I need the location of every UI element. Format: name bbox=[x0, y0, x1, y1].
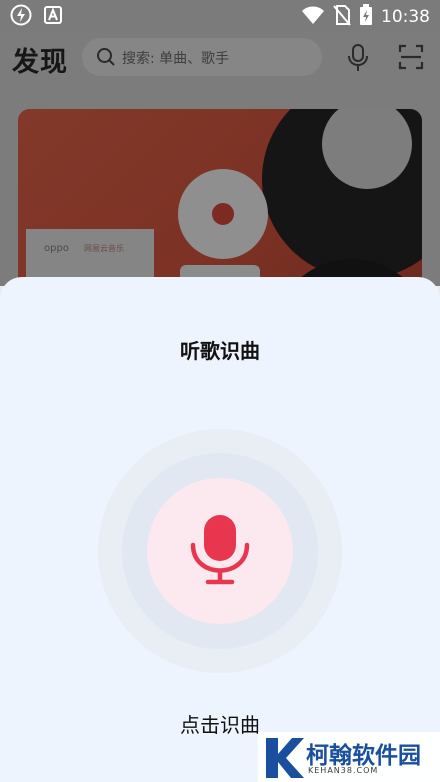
watermark: 柯翰软件园 KEHAN38.COM bbox=[258, 732, 440, 782]
microphone-icon[interactable] bbox=[346, 44, 370, 76]
speaker-logo bbox=[210, 201, 236, 227]
watermark-text: 柯翰软件园 bbox=[306, 743, 421, 769]
wifi-icon bbox=[301, 5, 325, 29]
page-title: 发现 bbox=[12, 47, 68, 78]
status-bar-left bbox=[10, 4, 62, 30]
power-saving-icon bbox=[10, 4, 32, 30]
banner-brand: oppo bbox=[44, 243, 69, 254]
app-header: 发现 搜索: 单曲、歌手 bbox=[0, 32, 440, 86]
status-bar: 10:38 bbox=[0, 0, 440, 32]
battery-charging-icon bbox=[359, 4, 373, 30]
search-input[interactable]: 搜索: 单曲、歌手 bbox=[82, 38, 322, 76]
recognize-button[interactable] bbox=[147, 478, 293, 624]
search-placeholder: 搜索: 单曲、歌手 bbox=[122, 51, 230, 67]
a-notification-icon bbox=[44, 6, 62, 28]
no-sim-icon bbox=[333, 4, 351, 30]
status-time: 10:38 bbox=[381, 7, 430, 27]
sheet-title: 听歌识曲 bbox=[180, 339, 260, 363]
watermark-logo-icon bbox=[262, 734, 304, 782]
banner-image[interactable]: oppo 网易云音乐 bbox=[18, 109, 422, 299]
microphone-icon bbox=[189, 513, 251, 589]
watermark-sub: KEHAN38.COM bbox=[308, 766, 379, 775]
search-icon bbox=[96, 47, 116, 71]
banner-partner: 网易云音乐 bbox=[84, 244, 124, 253]
song-recognition-sheet: 听歌识曲 点击识曲 bbox=[0, 277, 440, 782]
scan-icon[interactable] bbox=[398, 44, 424, 74]
status-bar-right: 10:38 bbox=[301, 4, 430, 30]
